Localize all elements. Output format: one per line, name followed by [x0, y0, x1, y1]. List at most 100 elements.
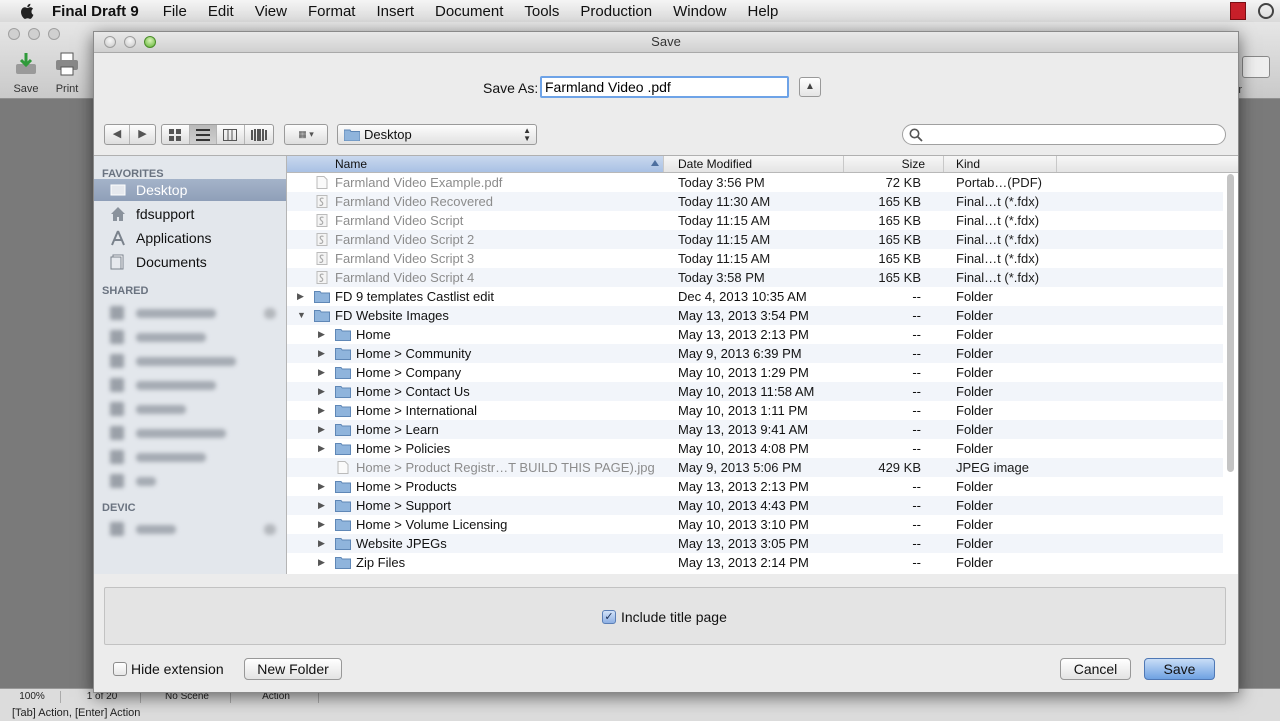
window-minimize-button[interactable] [28, 28, 40, 40]
folder-row[interactable]: ▶ Home > Volume Licensing May 10, 2013 3:1… [287, 515, 1223, 534]
file-date: Today 11:30 AM [678, 194, 771, 209]
disclosure-closed-icon[interactable]: ▶ [318, 325, 325, 344]
coverflow-view-button[interactable] [245, 125, 273, 144]
sidebar-item-desktop[interactable]: Desktop [94, 179, 286, 201]
shared-item-blurred[interactable] [110, 329, 276, 345]
new-folder-button[interactable]: New Folder [244, 658, 342, 680]
column-date-header[interactable]: Date Modified [664, 156, 844, 172]
window-close-button[interactable] [8, 28, 20, 40]
folder-row[interactable]: ▶ Zip Files May 13, 2013 2:14 PM -- Folder [287, 553, 1223, 572]
file-size: -- [912, 498, 921, 513]
folder-icon [335, 348, 351, 360]
column-name-header[interactable]: Name [287, 156, 664, 172]
disclosure-closed-icon[interactable]: ▶ [318, 439, 325, 458]
menu-production[interactable]: Production [580, 3, 652, 20]
time-machine-icon[interactable] [1258, 3, 1274, 19]
shared-item-blurred[interactable] [110, 353, 276, 369]
folder-row[interactable]: ▶ Home > Company May 10, 2013 1:29 PM -- Fol… [287, 363, 1223, 382]
column-kind-header[interactable]: Kind [944, 156, 1057, 172]
column-size-header[interactable]: Size [844, 156, 944, 172]
zoom-level[interactable]: 100% [4, 691, 61, 703]
file-kind: Folder [956, 422, 993, 437]
cancel-button[interactable]: Cancel [1060, 658, 1131, 680]
folder-row[interactable]: ▶ Website JPEGs May 13, 2013 3:05 PM -- Fold… [287, 534, 1223, 553]
disclosure-closed-icon[interactable]: ▶ [297, 287, 304, 306]
folder-row[interactable]: ▶ Home > Support May 10, 2013 4:43 PM -- Fol… [287, 496, 1223, 515]
disclosure-closed-icon[interactable]: ▶ [318, 477, 325, 496]
list-view-button[interactable] [189, 125, 218, 144]
sidebar-item-applications[interactable]: Applications [94, 227, 286, 249]
folder-row[interactable]: ▶ Home > International May 10, 2013 1:11 P… [287, 401, 1223, 420]
folder-row[interactable]: ▶ FD 9 templates Castlist edit Dec 4, 2013… [287, 287, 1223, 306]
filename-input[interactable] [540, 76, 789, 98]
column-view-button[interactable] [217, 125, 245, 144]
shared-item-blurred[interactable] [110, 401, 276, 417]
menu-format[interactable]: Format [308, 3, 356, 20]
sidebar-item-documents[interactable]: Documents [94, 251, 286, 273]
disclosure-closed-icon[interactable]: ▶ [318, 363, 325, 382]
menu-edit[interactable]: Edit [208, 3, 234, 20]
recording-flag-icon[interactable] [1230, 2, 1246, 20]
menu-document[interactable]: Document [435, 3, 503, 20]
navigator-icon[interactable] [1242, 56, 1270, 78]
forward-button[interactable]: ▶ [130, 125, 155, 144]
sidebar-item-fdsupport[interactable]: fdsupport [94, 203, 286, 225]
apple-menu-icon[interactable] [18, 1, 38, 21]
window-zoom-button[interactable] [48, 28, 60, 40]
disclosure-closed-icon[interactable]: ▶ [318, 553, 325, 572]
icon-view-button[interactable] [162, 125, 190, 144]
shared-item-blurred[interactable] [110, 449, 276, 465]
collapse-dialog-button[interactable]: ▲ [799, 77, 821, 97]
disclosure-closed-icon[interactable]: ▶ [318, 401, 325, 420]
menu-file[interactable]: File [163, 3, 187, 20]
location-popup[interactable]: Desktop ▲ ▼ [337, 124, 537, 145]
folder-row[interactable]: ▼ FD Website Images May 13, 2013 3:54 PM --… [287, 306, 1223, 325]
file-row[interactable]: Farmland Video Recovered Today 11:30 AM 16… [287, 192, 1223, 211]
save-button[interactable]: Save [1144, 658, 1215, 680]
file-row[interactable]: Farmland Video Script 3 Today 11:15 AM 165… [287, 249, 1223, 268]
disclosure-closed-icon[interactable]: ▶ [318, 515, 325, 534]
folder-row[interactable]: ▶ Home > Policies May 10, 2013 4:08 PM -- Fo… [287, 439, 1223, 458]
device-item-blurred[interactable] [110, 521, 276, 537]
disclosure-closed-icon[interactable]: ▶ [318, 534, 325, 553]
menu-help[interactable]: Help [747, 3, 778, 20]
file-row[interactable]: Farmland Video Script 4 Today 3:58 PM 165 … [287, 268, 1223, 287]
toolbar-save-button[interactable]: Save [6, 50, 46, 95]
app-menu[interactable]: Final Draft 9 [52, 3, 139, 20]
menu-tools[interactable]: Tools [524, 3, 559, 20]
disclosure-closed-icon[interactable]: ▶ [318, 420, 325, 439]
folder-row[interactable]: ▶ Home May 13, 2013 2:13 PM -- Folder [287, 325, 1223, 344]
disclosure-closed-icon[interactable]: ▶ [318, 496, 325, 515]
file-row[interactable]: Farmland Video Example.pdf Today 3:56 PM 7… [287, 173, 1223, 192]
shared-item-blurred[interactable] [110, 377, 276, 393]
desktop-icon [110, 184, 126, 196]
arrange-menu-button[interactable]: ▦ ▾ [284, 124, 328, 145]
folder-icon [335, 500, 351, 512]
search-field[interactable] [902, 124, 1226, 145]
icon-grid-icon [169, 129, 182, 141]
hide-extension-label[interactable]: Hide extension [131, 661, 224, 677]
file-row[interactable]: Farmland Video Script Today 11:15 AM 165 K… [287, 211, 1223, 230]
search-input[interactable] [927, 126, 1221, 144]
file-row[interactable]: Home > Product Registr…T BUILD THIS PAGE… [287, 458, 1223, 477]
menu-insert[interactable]: Insert [376, 3, 414, 20]
folder-row[interactable]: ▶ Home > Learn May 13, 2013 9:41 AM -- Folde… [287, 420, 1223, 439]
folder-row[interactable]: ▶ Home > Contact Us May 10, 2013 11:58 AM -… [287, 382, 1223, 401]
back-button[interactable]: ◀ [105, 125, 130, 144]
disclosure-open-icon[interactable]: ▼ [297, 306, 306, 325]
folder-row[interactable]: ▶ Home > Products May 13, 2013 2:13 PM -- Fo… [287, 477, 1223, 496]
disclosure-closed-icon[interactable]: ▶ [318, 382, 325, 401]
hide-extension-checkbox[interactable] [113, 662, 127, 676]
menu-window[interactable]: Window [673, 3, 726, 20]
include-title-page-checkbox[interactable]: ✓ [602, 610, 616, 624]
folder-row[interactable]: ▶ Home > Community May 9, 2013 6:39 PM -- Fo… [287, 344, 1223, 363]
shared-item-blurred[interactable] [110, 425, 276, 441]
shared-item-blurred[interactable] [110, 305, 276, 321]
vertical-scrollbar[interactable] [1227, 174, 1234, 472]
shared-item-blurred[interactable] [110, 473, 276, 489]
include-title-page-label[interactable]: Include title page [621, 609, 727, 625]
menu-view[interactable]: View [255, 3, 287, 20]
disclosure-closed-icon[interactable]: ▶ [318, 344, 325, 363]
toolbar-print-button[interactable]: Print [47, 50, 87, 95]
file-row[interactable]: Farmland Video Script 2 Today 11:15 AM 165… [287, 230, 1223, 249]
